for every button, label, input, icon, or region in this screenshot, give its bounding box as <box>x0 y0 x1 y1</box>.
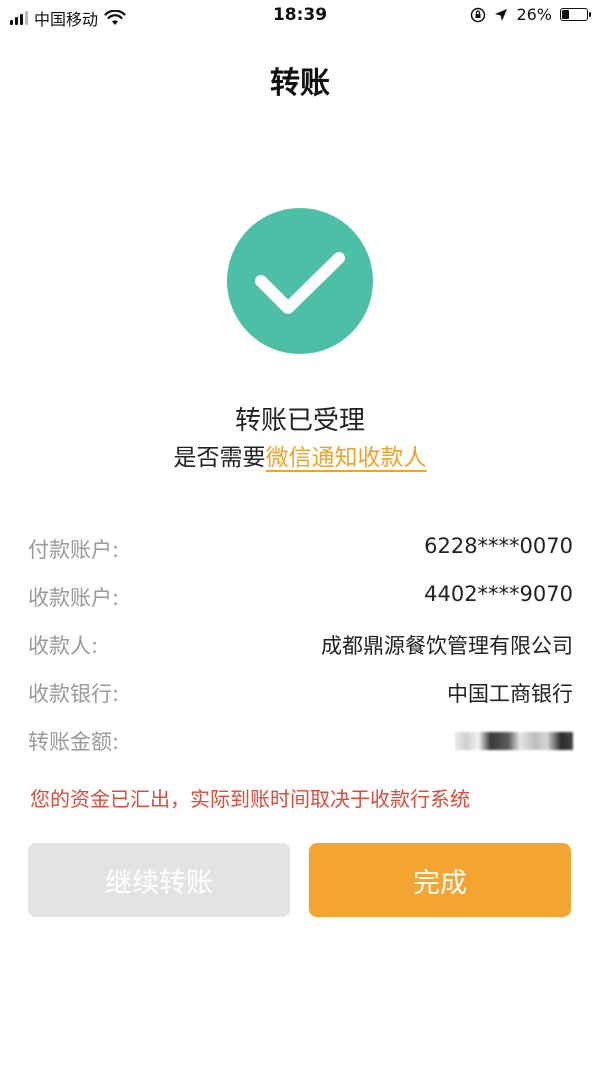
detail-value: 成都鼎源餐饮管理有限公司 <box>321 634 573 658</box>
result-title: 转账已受理 <box>234 406 365 436</box>
detail-label: 付款账户: <box>28 538 120 562</box>
detail-value: 中国工商银行 <box>447 682 573 706</box>
battery-icon <box>560 8 591 21</box>
transfer-details: 付款账户: 6228****0070 收款账户: 4402****9070 收款… <box>28 530 573 770</box>
detail-value: 4402****9070 <box>424 582 573 606</box>
continue-transfer-button[interactable]: 继续转账 <box>28 843 290 917</box>
location-icon <box>495 8 508 21</box>
detail-label: 收款人: <box>28 634 99 658</box>
detail-row-amount: 转账金额: <box>28 722 573 770</box>
check-circle-icon <box>227 208 373 354</box>
detail-row-payer-account: 付款账户: 6228****0070 <box>28 530 573 578</box>
orientation-lock-icon <box>471 7 486 22</box>
page-title: 转账 <box>270 66 330 101</box>
warning-text: 您的资金已汇出，实际到账时间取决于收款行系统 <box>30 787 470 811</box>
detail-row-payee: 收款人: 成都鼎源餐饮管理有限公司 <box>28 626 573 674</box>
done-button[interactable]: 完成 <box>309 843 571 917</box>
notify-line: 是否需要微信通知收款人 <box>0 438 600 472</box>
detail-label: 收款银行: <box>28 682 120 706</box>
detail-row-payee-account: 收款账户: 4402****9070 <box>28 578 573 626</box>
detail-label: 收款账户: <box>28 586 120 610</box>
notify-prefix: 是否需要 <box>173 445 266 471</box>
status-bar: 中国移动 18:39 26% <box>0 0 600 34</box>
battery-percent: 26% <box>516 5 552 24</box>
detail-label: 转账金额: <box>28 730 120 754</box>
wechat-notify-link[interactable]: 微信通知收款人 <box>266 445 427 471</box>
status-right: 26% <box>470 5 591 24</box>
redacted-amount <box>455 732 573 750</box>
detail-value: 6228****0070 <box>424 534 573 558</box>
detail-row-payee-bank: 收款银行: 中国工商银行 <box>28 674 573 722</box>
